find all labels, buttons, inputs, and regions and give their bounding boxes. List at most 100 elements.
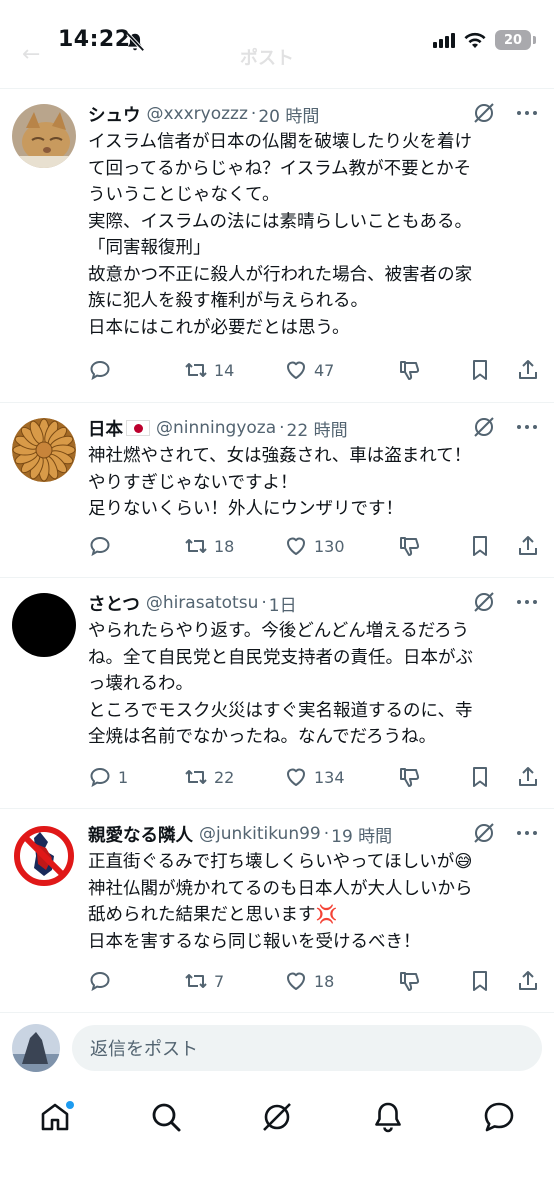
repost-button[interactable]: 18 [184,533,234,559]
like-count: 47 [314,360,335,380]
tweet-text: 神社燃やされて、女は強姦され、車は盗まれて！ やりすぎじゃないですよ！ 足りない… [88,443,538,523]
dislike-icon [400,537,420,556]
tab-notifications[interactable] [371,1100,407,1136]
landscape-avatar-image [12,1024,60,1072]
like-count: 130 [314,536,345,556]
messages-icon [484,1102,514,1132]
tweet-line: ね。全て自民党と自民党支持者の責任。日本がぶ [88,647,473,668]
tab-grok[interactable] [260,1100,296,1136]
more-icon[interactable] [514,415,540,439]
action-bar: 7 18 [88,968,540,994]
repost-count: 18 [214,536,235,556]
avatar[interactable] [12,593,76,657]
share-icon [519,360,537,379]
grok-icon[interactable] [472,101,496,125]
reply-button[interactable] [88,533,118,559]
repost-count: 14 [214,360,235,380]
bookmark-button[interactable] [468,533,492,559]
user-handle[interactable]: @ninningyoza [156,418,276,438]
like-icon [287,537,305,555]
avatar[interactable] [12,418,76,482]
tab-home[interactable] [38,1100,74,1136]
grok-icon[interactable] [472,590,496,614]
japan-flag-icon [126,420,150,436]
prohibition-avatar-image [12,824,76,888]
tweet[interactable]: 親愛なる隣人 @junkitikun99 · 19 時間 正直街ぐるみで打ち壊し… [0,809,554,1012]
display-name[interactable]: 日本 [88,416,123,441]
tweet[interactable]: 日本 @ninningyoza · 22 時間 神社燃やされて、女は強姦され、車… [0,403,554,578]
dislike-button[interactable] [398,533,422,559]
share-button[interactable] [516,968,540,994]
bookmark-icon [473,971,487,991]
repost-button[interactable]: 14 [184,357,234,383]
grok-icon[interactable] [472,415,496,439]
like-icon [287,768,305,786]
bookmark-icon [473,767,487,787]
separator-dot: · [279,418,285,438]
like-button[interactable]: 130 [284,533,345,559]
reply-button[interactable] [88,357,118,383]
dislike-button[interactable] [398,357,422,383]
display-name[interactable]: さとつ [88,591,140,616]
tab-search[interactable] [149,1100,185,1136]
tab-messages[interactable] [482,1100,518,1136]
post-time[interactable]: 19 時間 [331,822,392,847]
tweet-line: イスラム信者が日本の仏閣を破壊したり火を着け [88,132,472,152]
tweet[interactable]: シュウ @xxxryozzz · 20 時間 イスラム信者が日本の仏閣を破壊した… [0,89,554,403]
bookmark-button[interactable] [468,968,492,994]
like-button[interactable]: 47 [284,357,334,383]
like-count: 18 [314,971,335,991]
dislike-button[interactable] [398,764,422,790]
separator-dot: · [261,593,267,613]
like-button[interactable]: 18 [284,968,334,994]
post-time[interactable]: 20 時間 [258,102,319,127]
user-handle[interactable]: @xxxryozzz [147,104,248,124]
reply-count: 1 [118,767,129,787]
user-handle[interactable]: @junkitikun99 [199,824,321,844]
avatar[interactable] [12,104,76,168]
reply-icon [90,536,110,557]
share-button[interactable] [516,357,540,383]
post-time[interactable]: 1日 [269,591,297,616]
more-icon[interactable] [514,590,540,614]
cat-avatar-image [12,104,76,168]
share-button[interactable] [516,764,540,790]
user-handle[interactable]: @hirasatotsu [146,593,259,613]
share-button[interactable] [516,533,540,559]
separator-dot: · [323,824,330,844]
bookmark-button[interactable] [468,357,492,383]
chrysanthemum-avatar-image [12,418,76,482]
tweet-line: 族に犯人を殺す権利が与えられる。 [88,291,368,311]
display-name[interactable]: 親愛なる隣人 [88,822,193,847]
grok-icon[interactable] [472,821,496,845]
dislike-button[interactable] [398,968,422,994]
more-icon[interactable] [514,101,540,125]
battery-tip [533,36,536,44]
post-time[interactable]: 22 時間 [287,416,348,441]
tweet-line: 舐められた結果だと思います💢 [88,905,338,925]
bookmark-button[interactable] [468,764,492,790]
unread-dot [66,1101,74,1109]
tweet-line: 神社燃やされて、女は強姦され、車は盗まれて！ [88,446,472,466]
reply-button[interactable]: 1 [88,764,128,790]
cellular-signal-icon [433,32,455,48]
repost-icon [185,770,207,784]
reply-button[interactable] [88,968,118,994]
tweet-text: イスラム信者が日本の仏閣を破壊したり火を着け て回ってるからじゃね？イスラム教が… [88,129,538,341]
tweet-line: 日本にはこれが必要だとは思う。 [88,317,350,338]
bookmark-icon [473,360,487,380]
repost-button[interactable]: 22 [184,764,234,790]
own-avatar[interactable] [12,1024,60,1072]
repost-button[interactable]: 7 [184,968,224,994]
repost-count: 22 [214,767,235,787]
more-icon[interactable] [514,821,540,845]
tweet[interactable]: さとつ @hirasatotsu · 1日 やられたらやり返す。今後どんどん増え… [0,578,554,809]
separator-dot: · [250,104,257,124]
back-arrow-icon[interactable]: ← [22,42,40,67]
reply-input[interactable]: 返信をポスト [72,1025,542,1071]
search-icon [152,1103,181,1132]
avatar[interactable] [12,824,76,888]
display-name[interactable]: シュウ [88,102,141,127]
like-icon [287,361,305,379]
like-button[interactable]: 134 [284,764,345,790]
